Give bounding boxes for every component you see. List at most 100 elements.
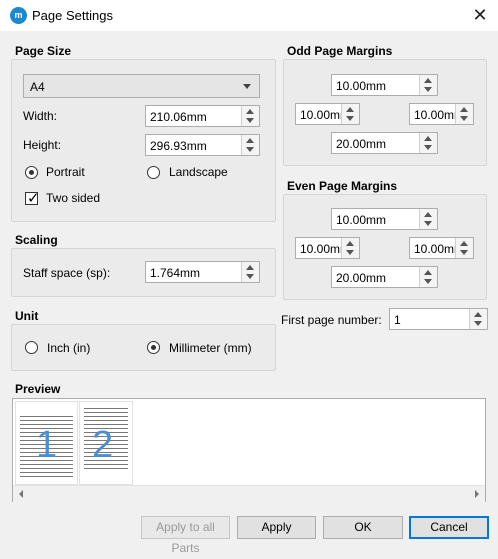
apply-button[interactable]: Apply	[237, 516, 316, 539]
millimeter-radio[interactable]	[147, 341, 160, 354]
inch-radio[interactable]	[25, 341, 38, 354]
even-margins-title: Even Page Margins	[287, 179, 398, 193]
scroll-left-icon[interactable]	[19, 490, 23, 498]
odd-margins-title: Odd Page Margins	[287, 44, 393, 58]
height-spinbox[interactable]: 296.93mm	[145, 134, 260, 156]
arrow-down-icon[interactable]	[424, 145, 432, 150]
portrait-label: Portrait	[46, 165, 85, 179]
staff-space-value: 1.764mm	[150, 266, 201, 280]
preview-page-1: 1	[15, 401, 78, 485]
close-icon[interactable]: ✕	[468, 4, 492, 26]
arrow-up-icon[interactable]	[346, 241, 354, 246]
width-label: Width:	[23, 109, 58, 123]
odd-left-margin-spinbox[interactable]: 10.00mn	[295, 103, 360, 125]
arrow-down-icon[interactable]	[474, 321, 482, 326]
landscape-radio[interactable]	[147, 166, 160, 179]
arrow-down-icon[interactable]	[246, 274, 254, 279]
odd-right-margin-spinbox[interactable]: 10.00mn	[409, 103, 474, 125]
even-right-margin-spinbox[interactable]: 10.00mn	[409, 237, 474, 259]
ok-button[interactable]: OK	[323, 516, 403, 539]
staff-space-label: Staff space (sp):	[23, 266, 111, 280]
width-value: 210.06mm	[150, 110, 207, 124]
odd-left-margin-value: 10.00mn	[300, 108, 344, 122]
first-page-label: First page number:	[281, 313, 382, 327]
arrow-down-icon[interactable]	[424, 279, 432, 284]
arrow-down-icon[interactable]	[424, 221, 432, 226]
arrow-up-icon[interactable]	[246, 138, 254, 143]
arrow-down-icon[interactable]	[460, 250, 468, 255]
page-size-title: Page Size	[15, 44, 72, 58]
even-left-stepper[interactable]	[341, 238, 359, 258]
two-sided-checkbox[interactable]: ✓	[25, 190, 40, 207]
preview-area[interactable]: 1 2	[12, 398, 486, 502]
height-label: Height:	[23, 138, 62, 152]
horizontal-scrollbar[interactable]	[13, 485, 485, 502]
two-sided-label: Two sided	[46, 191, 101, 205]
arrow-up-icon[interactable]	[246, 109, 254, 114]
arrow-down-icon[interactable]	[246, 147, 254, 152]
title-bar: m Page Settings ✕	[0, 0, 498, 31]
portrait-radio[interactable]	[25, 166, 38, 179]
check-icon: ✓	[27, 190, 40, 207]
width-stepper[interactable]	[241, 106, 259, 126]
first-page-spinbox[interactable]: 1	[389, 308, 488, 330]
arrow-up-icon[interactable]	[346, 107, 354, 112]
window-title: Page Settings	[32, 8, 113, 23]
arrow-down-icon[interactable]	[246, 118, 254, 123]
height-value: 296.93mm	[150, 139, 207, 153]
even-left-margin-value: 10.00mn	[300, 242, 344, 256]
arrow-up-icon[interactable]	[424, 78, 432, 83]
odd-left-stepper[interactable]	[341, 104, 359, 124]
odd-top-margin-value: 10.00mm	[336, 79, 387, 93]
width-spinbox[interactable]: 210.06mm	[145, 105, 260, 127]
cancel-button[interactable]: Cancel	[409, 516, 489, 539]
arrow-up-icon[interactable]	[474, 312, 482, 317]
page-size-value: A4	[30, 80, 45, 94]
arrow-down-icon[interactable]	[460, 116, 468, 121]
height-stepper[interactable]	[241, 135, 259, 155]
odd-top-margin-spinbox[interactable]: 10.00mm	[331, 74, 438, 96]
arrow-down-icon[interactable]	[346, 116, 354, 121]
arrow-up-icon[interactable]	[424, 136, 432, 141]
staff-space-spinbox[interactable]: 1.764mm	[145, 261, 260, 283]
staff	[20, 416, 73, 421]
landscape-label: Landscape	[169, 165, 228, 179]
unit-title: Unit	[15, 309, 39, 323]
even-bottom-margin-spinbox[interactable]: 20.00mm	[331, 266, 438, 288]
odd-bottom-stepper[interactable]	[419, 133, 437, 153]
even-right-margin-value: 10.00mn	[414, 242, 458, 256]
arrow-up-icon[interactable]	[246, 265, 254, 270]
even-top-margin-spinbox[interactable]: 10.00mm	[331, 208, 438, 230]
arrow-up-icon[interactable]	[460, 241, 468, 246]
even-right-stepper[interactable]	[455, 238, 473, 258]
odd-right-margin-value: 10.00mn	[414, 108, 458, 122]
arrow-down-icon[interactable]	[346, 250, 354, 255]
even-bottom-margin-value: 20.00mm	[336, 271, 387, 285]
scroll-right-icon[interactable]	[475, 490, 479, 498]
even-top-stepper[interactable]	[419, 209, 437, 229]
scaling-title: Scaling	[15, 233, 58, 247]
arrow-down-icon[interactable]	[424, 87, 432, 92]
page-number-1: 1	[36, 424, 58, 466]
odd-top-stepper[interactable]	[419, 75, 437, 95]
musescore-icon: m	[10, 7, 27, 24]
staff	[84, 408, 128, 413]
staff-space-stepper[interactable]	[241, 262, 259, 282]
page-size-combo[interactable]: A4	[23, 74, 260, 98]
apply-to-all-parts-button[interactable]: Apply to all Parts	[141, 516, 230, 555]
odd-bottom-margin-spinbox[interactable]: 20.00mm	[331, 132, 438, 154]
odd-bottom-margin-value: 20.00mm	[336, 137, 387, 151]
odd-right-stepper[interactable]	[455, 104, 473, 124]
staff	[20, 472, 73, 477]
first-page-stepper[interactable]	[469, 309, 487, 329]
arrow-up-icon[interactable]	[460, 107, 468, 112]
arrow-up-icon[interactable]	[424, 212, 432, 217]
even-left-margin-spinbox[interactable]: 10.00mn	[295, 237, 360, 259]
even-bottom-stepper[interactable]	[419, 267, 437, 287]
arrow-up-icon[interactable]	[424, 270, 432, 275]
page-number-2: 2	[92, 424, 114, 466]
preview-title: Preview	[15, 382, 61, 396]
millimeter-label: Millimeter (mm)	[169, 341, 252, 355]
even-top-margin-value: 10.00mm	[336, 213, 387, 227]
preview-page-2: 2	[79, 401, 133, 485]
